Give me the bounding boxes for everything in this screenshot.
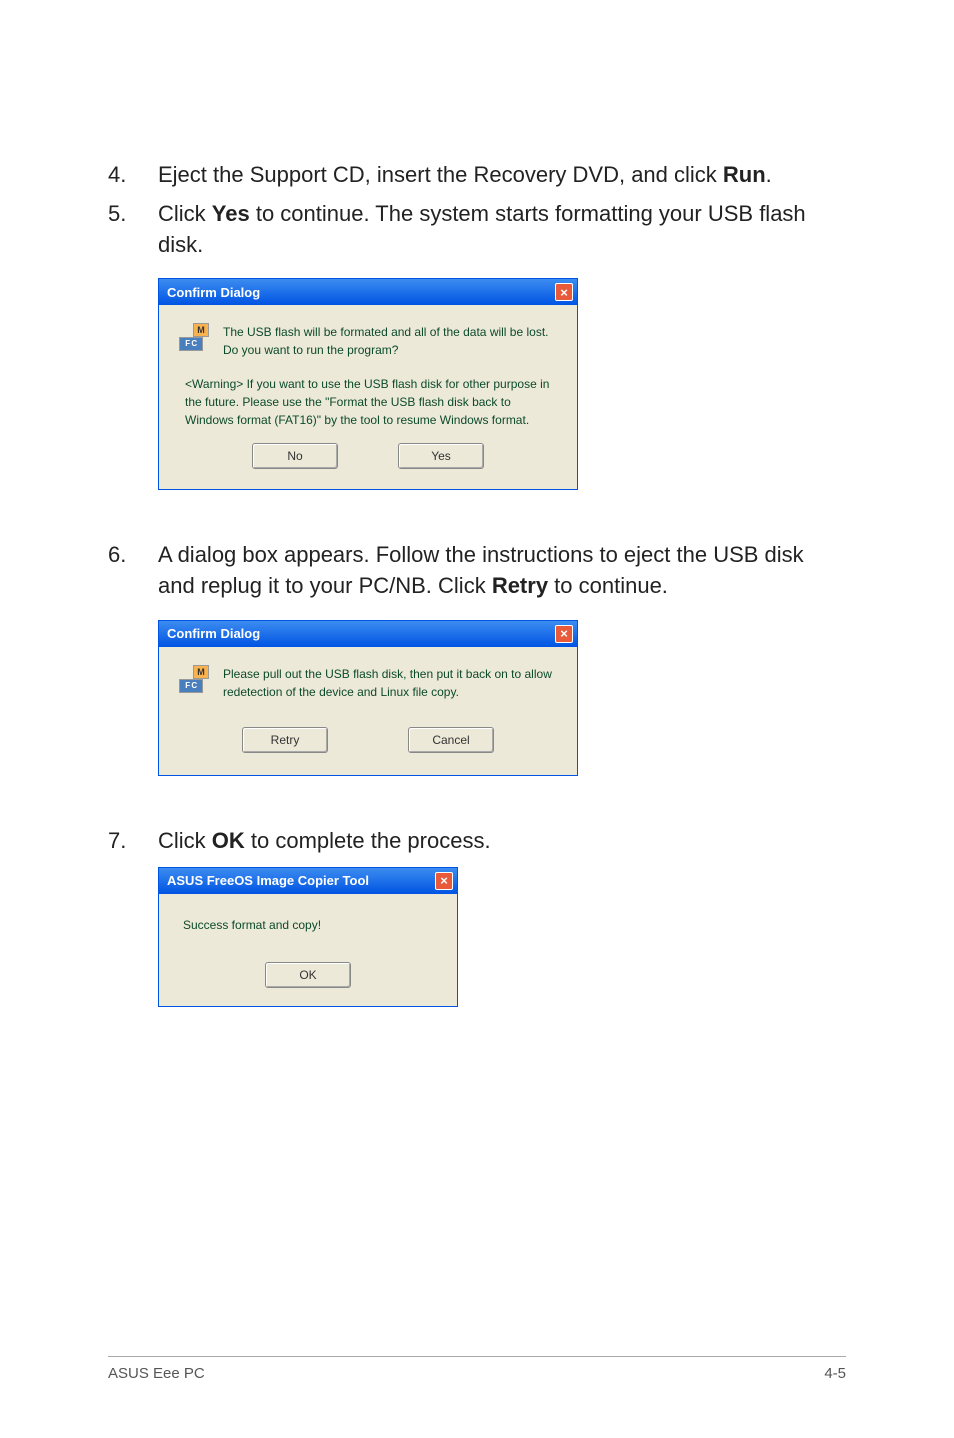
step-6-c: to continue. — [548, 573, 668, 598]
step-5-bold: Yes — [212, 201, 250, 226]
dialog1-title: Confirm Dialog — [167, 285, 555, 300]
dialog1-warning: <Warning> If you want to use the USB fla… — [159, 375, 577, 433]
step-5-text: Click Yes to continue. The system starts… — [158, 199, 846, 261]
dialog2-titlebar[interactable]: Confirm Dialog × — [159, 621, 577, 647]
step-6-num: 6. — [108, 540, 158, 602]
footer-right: 4-5 — [824, 1365, 846, 1382]
step-6-a: A dialog box appears. Follow the instruc… — [158, 542, 804, 598]
step-7-num: 7. — [108, 826, 158, 857]
yes-button[interactable]: Yes — [398, 443, 484, 469]
dialog2-buttons: Retry Cancel — [159, 717, 577, 775]
step-5: 5. Click Yes to continue. The system sta… — [108, 199, 846, 261]
close-icon[interactable]: × — [555, 625, 573, 643]
dialog2-msg: Please pull out the USB flash disk, then… — [223, 665, 557, 701]
step-6-text: A dialog box appears. Follow the instruc… — [158, 540, 846, 602]
dialog3-body: Success format and copy! — [159, 894, 457, 952]
step-5-c: to continue. The system starts formattin… — [158, 201, 806, 257]
step-6-bold: Retry — [492, 573, 548, 598]
step-4-c: . — [766, 162, 772, 187]
icon-m: M — [193, 665, 209, 679]
dialog2-body: M F C Please pull out the USB flash disk… — [159, 647, 577, 717]
confirm-dialog-1: Confirm Dialog × M F C The USB flash wil… — [158, 278, 578, 490]
retry-button[interactable]: Retry — [242, 727, 328, 753]
dialog1-msg: The USB flash will be formated and all o… — [223, 323, 557, 359]
icon-fc: F C — [179, 337, 203, 351]
close-icon[interactable]: × — [435, 872, 453, 890]
dialog3-msg: Success format and copy! — [183, 918, 321, 932]
page-footer: ASUS Eee PC 4-5 — [108, 1356, 846, 1382]
dialog3-buttons: OK — [159, 952, 457, 1006]
step-4-num: 4. — [108, 160, 158, 191]
icon-m: M — [193, 323, 209, 337]
ok-button[interactable]: OK — [265, 962, 351, 988]
step-4-text: Eject the Support CD, insert the Recover… — [158, 160, 772, 191]
dialog3-title: ASUS FreeOS Image Copier Tool — [167, 873, 435, 888]
dialog1-body: M F C The USB flash will be formated and… — [159, 305, 577, 375]
confirm-dialog-2: Confirm Dialog × M F C Please pull out t… — [158, 620, 578, 776]
close-icon[interactable]: × — [555, 283, 573, 301]
step-7: 7. Click OK to complete the process. — [108, 826, 846, 857]
no-button[interactable]: No — [252, 443, 338, 469]
app-icon: M F C — [179, 665, 209, 693]
footer-left: ASUS Eee PC — [108, 1365, 205, 1382]
step-5-a: Click — [158, 201, 212, 226]
app-icon: M F C — [179, 323, 209, 351]
asus-copier-dialog: ASUS FreeOS Image Copier Tool × Success … — [158, 867, 458, 1007]
step-5-num: 5. — [108, 199, 158, 261]
dialog1-titlebar[interactable]: Confirm Dialog × — [159, 279, 577, 305]
cancel-button[interactable]: Cancel — [408, 727, 494, 753]
step-4: 4. Eject the Support CD, insert the Reco… — [108, 160, 846, 191]
icon-fc: F C — [179, 679, 203, 693]
step-7-bold: OK — [212, 828, 245, 853]
dialog2-title: Confirm Dialog — [167, 626, 555, 641]
step-7-c: to complete the process. — [245, 828, 491, 853]
step-7-text: Click OK to complete the process. — [158, 826, 491, 857]
step-4-bold: Run — [723, 162, 766, 187]
dialog3-titlebar[interactable]: ASUS FreeOS Image Copier Tool × — [159, 868, 457, 894]
step-4-a: Eject the Support CD, insert the Recover… — [158, 162, 723, 187]
dialog1-buttons: No Yes — [159, 433, 577, 489]
step-7-a: Click — [158, 828, 212, 853]
step-6: 6. A dialog box appears. Follow the inst… — [108, 540, 846, 602]
